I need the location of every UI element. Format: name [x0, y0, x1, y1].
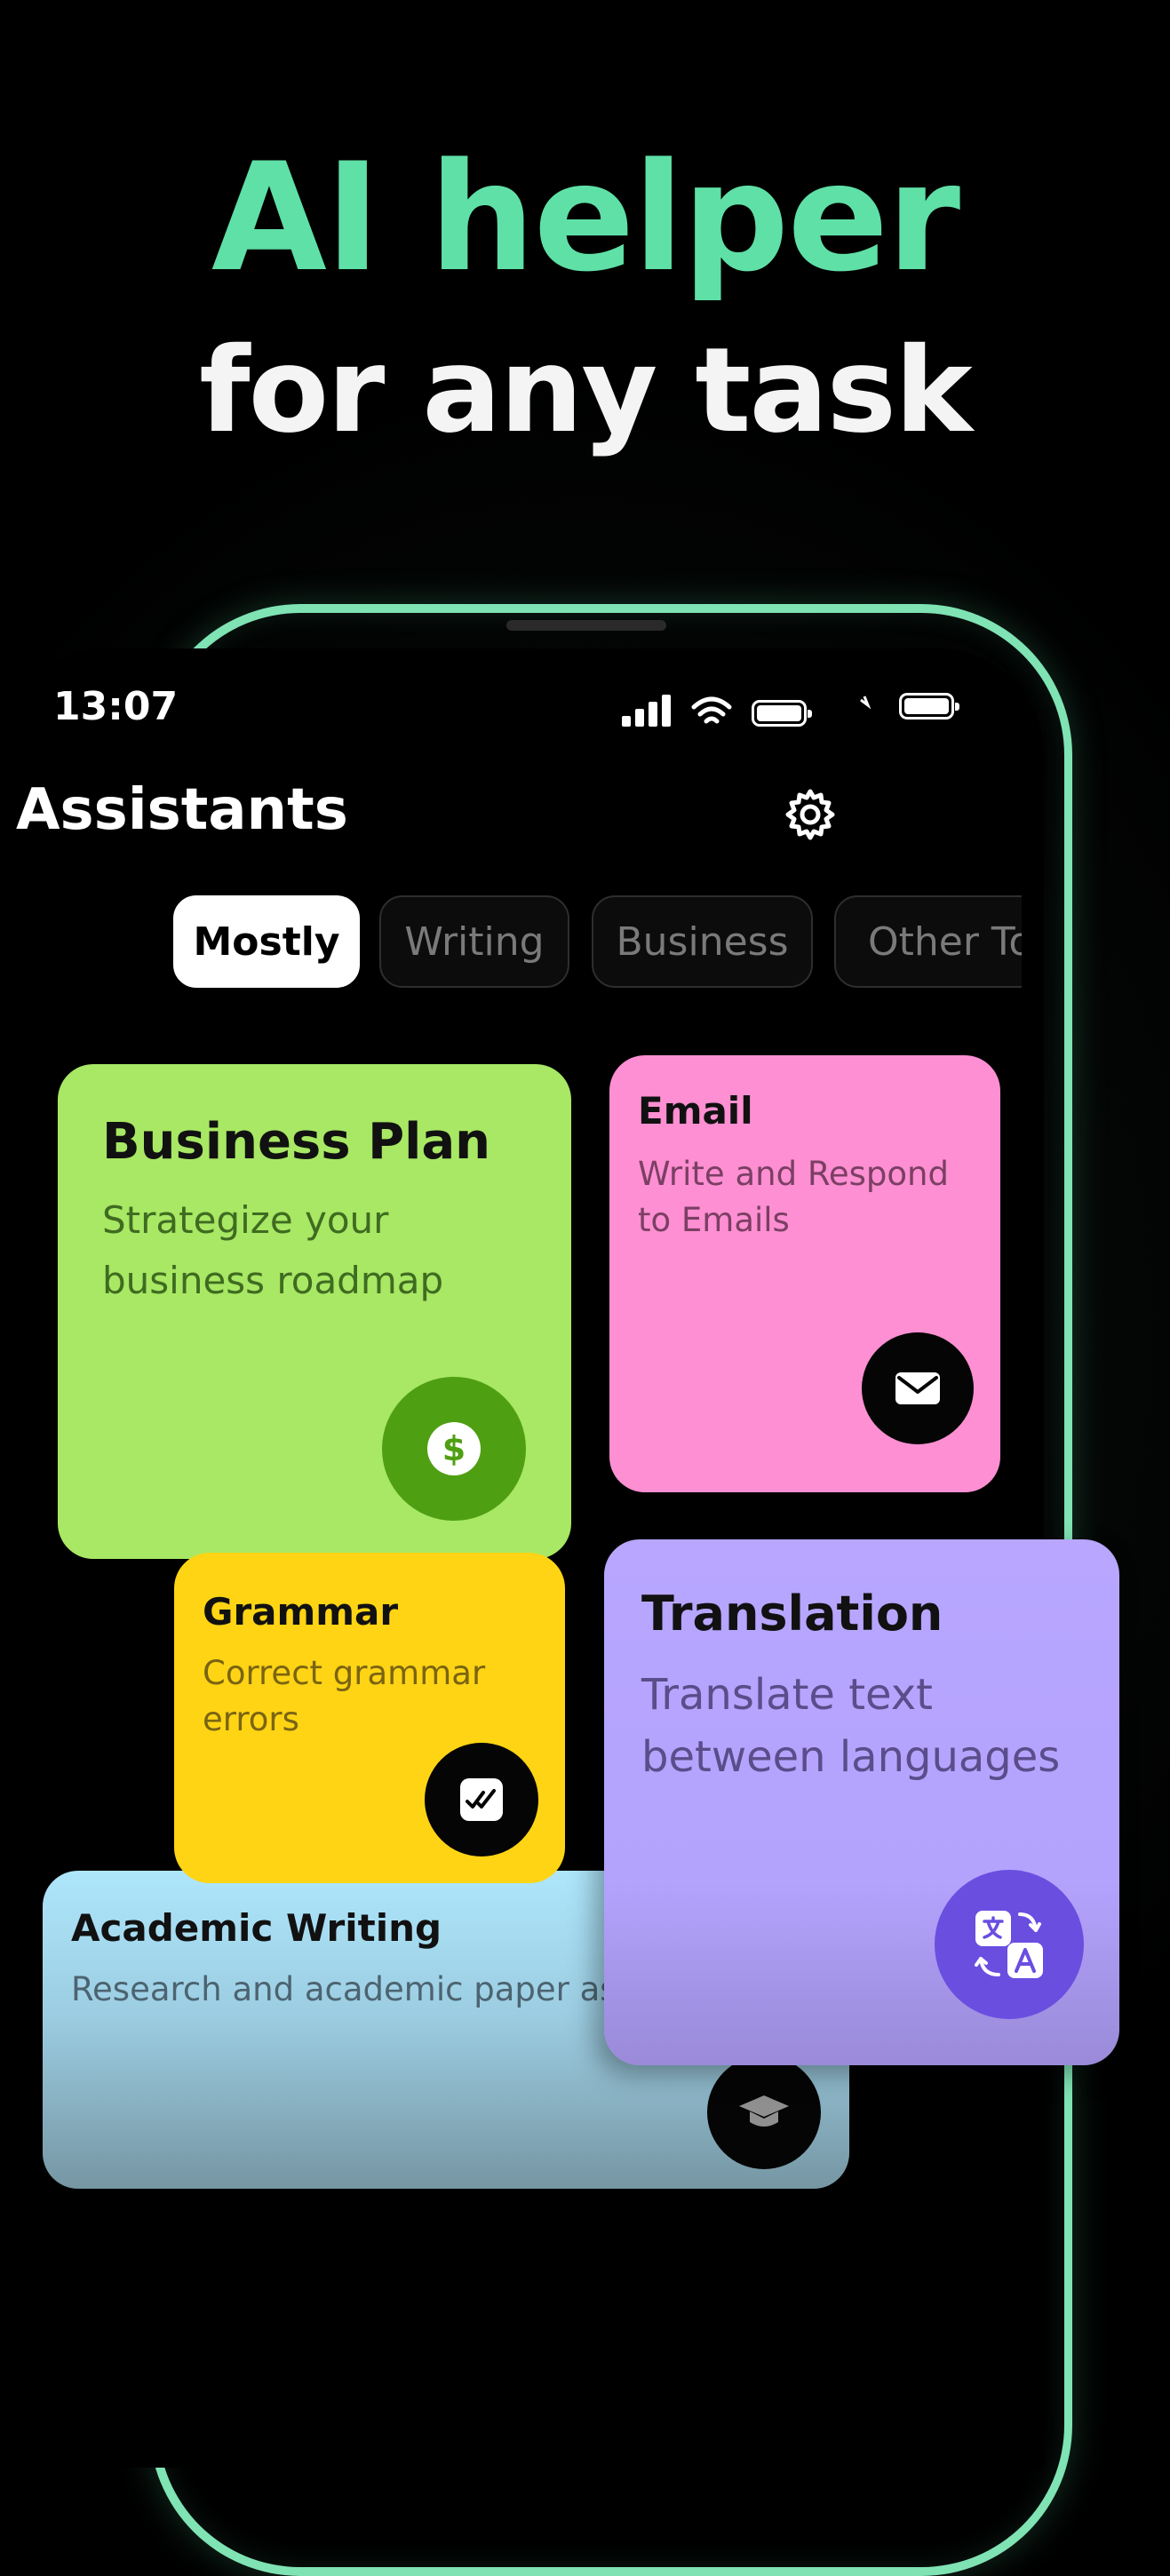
dollar-icon: $: [382, 1377, 526, 1521]
card-business-plan[interactable]: Business Plan Strategize your business r…: [58, 1064, 571, 1559]
double-check-icon: [425, 1743, 538, 1856]
tab-business[interactable]: Business: [592, 895, 813, 988]
hero-title: AI helper: [211, 131, 960, 305]
tab-other-tools[interactable]: Other To: [834, 895, 1022, 988]
translate-icon: [935, 1870, 1084, 2019]
mail-icon: [862, 1332, 974, 1444]
tab-writing[interactable]: Writing: [379, 895, 569, 988]
card-title: Business Plan: [102, 1113, 490, 1171]
tab-mostly[interactable]: Mostly: [173, 895, 360, 988]
status-time: 13:07: [53, 684, 179, 729]
card-title: Translation: [641, 1586, 943, 1642]
page-title: Assistants: [16, 777, 348, 843]
card-title: Email: [638, 1089, 753, 1133]
card-description: Write and Respond to Emails: [638, 1155, 949, 1239]
status-icons: [622, 691, 977, 734]
card-description: Strategize your business roadmap: [102, 1198, 444, 1302]
battery-icon: [752, 700, 812, 727]
card-description: Correct grammar errors: [203, 1654, 486, 1738]
card-title: Grammar: [203, 1590, 399, 1634]
loading-icon: [860, 696, 872, 710]
battery-icon: [899, 693, 959, 720]
card-grammar[interactable]: Grammar Correct grammar errors: [174, 1553, 565, 1883]
phone-speaker: [506, 620, 666, 631]
signal-icon: [622, 691, 675, 734]
card-translation[interactable]: Translation Translate text between langu…: [604, 1539, 1119, 2065]
settings-gear-icon[interactable]: [782, 786, 839, 843]
wifi-icon: [691, 696, 732, 724]
graduation-cap-icon: [707, 2055, 821, 2169]
category-tabs: Mostly Writing Business Other To: [173, 895, 1022, 990]
svg-text:$: $: [442, 1429, 466, 1468]
card-email[interactable]: Email Write and Respond to Emails: [609, 1055, 1000, 1492]
card-description: Translate text between languages: [641, 1670, 1061, 1782]
card-title: Academic Writing: [71, 1906, 442, 1950]
hero-subtitle: for any task: [199, 322, 973, 459]
card-description: Research and academic paper assistant: [71, 1970, 640, 2008]
